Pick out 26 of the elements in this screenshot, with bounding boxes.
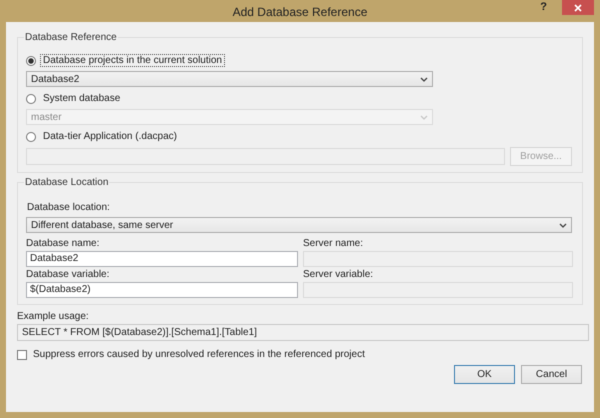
field-label: Database name: (26, 238, 100, 249)
group-title: Database Location (24, 177, 110, 188)
group-title: Database Reference (24, 32, 118, 43)
field-label: Example usage: (17, 311, 90, 322)
field-label: Server name: (303, 238, 364, 249)
chevron-icon (420, 114, 428, 120)
close-button[interactable] (562, 0, 594, 15)
help-button[interactable]: ? (537, 1, 550, 13)
dialog-button[interactable]: OK (454, 365, 515, 384)
close-icon (574, 4, 582, 12)
example-usage-field: SELECT * FROM [$(Database2)].[Schema1].[Table1] (17, 324, 589, 341)
field-label: Database variable: (26, 269, 110, 280)
chevron-icon (420, 76, 428, 82)
radio-label[interactable]: Database projects in the current solution (40, 54, 225, 67)
dialog-button[interactable]: Cancel (521, 365, 582, 384)
checkbox[interactable] (17, 350, 27, 360)
radio-button[interactable] (26, 56, 36, 66)
field-label: Server variable: (303, 269, 374, 280)
chevron-icon (559, 222, 567, 228)
input-field[interactable]: Database2 (26, 251, 298, 267)
dropdown[interactable]: Database2 (26, 71, 433, 87)
field-label: Database location: (27, 202, 111, 213)
input-field[interactable]: $(Database2) (26, 282, 298, 298)
checkbox-label[interactable]: Suppress errors caused by unresolved references in the referenced project (33, 349, 365, 360)
dropdown[interactable]: Different database, same server (26, 217, 572, 233)
window-title: Add Database Reference (232, 4, 368, 19)
